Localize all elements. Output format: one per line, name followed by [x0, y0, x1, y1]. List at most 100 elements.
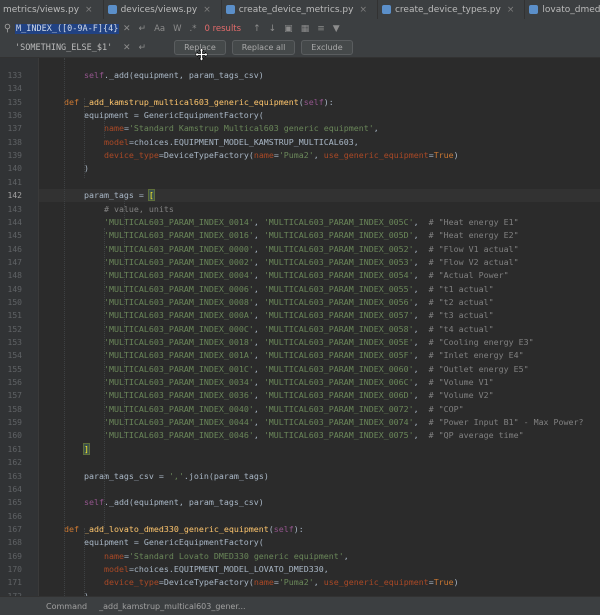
line-number: 144: [7, 217, 22, 227]
replace-input[interactable]: 'SOMETHING_ELSE_$1': [15, 40, 119, 55]
clear-replace-icon[interactable]: ✕: [123, 43, 131, 53]
code-line[interactable]: 136 equipment = GenericEquipmentFactory(: [8, 109, 600, 122]
line-number: 153: [7, 338, 22, 347]
tab-close-icon[interactable]: ×: [507, 5, 515, 15]
select-all-occurrences-icon[interactable]: ▣: [284, 24, 293, 34]
indent-guide: [64, 58, 65, 596]
python-file-icon: [225, 5, 235, 14]
code-line[interactable]: 161 ]: [8, 442, 600, 456]
code-text: 'MULTICAL603_PARAM_INDEX_0004', 'MULTICA…: [103, 270, 509, 281]
code-line[interactable]: 167 def _add_lovato_dmed330_generic_equi…: [8, 523, 600, 536]
line-number: 162: [7, 458, 22, 468]
code-text: ): [44, 163, 89, 174]
code-area[interactable]: 133 self._add(equipment, param_tags_csv)…: [8, 58, 600, 596]
code-line[interactable]: 141: [8, 176, 600, 189]
line-number: 158: [7, 404, 22, 414]
tab-0[interactable]: metrics/views.py ×: [0, 0, 104, 19]
add-occurrence-icon[interactable]: ▦: [301, 24, 310, 34]
editor-tab-bar: metrics/views.py × devices/views.py × create…: [0, 0, 600, 20]
search-input[interactable]: M_INDEX_([0-9A-F]{4})': [15, 21, 119, 36]
previous-occurrence-icon[interactable]: ↑: [253, 24, 261, 34]
tab-close-icon[interactable]: ×: [203, 5, 211, 15]
tab-4[interactable]: lovato_dmed121.py×: [525, 0, 600, 19]
tab-close-icon[interactable]: ×: [359, 5, 367, 15]
code-editor[interactable]: 133 self._add(equipment, param_tags_csv)…: [0, 58, 600, 596]
line-number: 141: [7, 177, 22, 187]
code-text: device_type=DeviceTypeFactory(name='Puma…: [103, 150, 459, 161]
code-line[interactable]: 133 self._add(equipment, param_tags_csv): [8, 69, 600, 82]
line-number: 146: [7, 244, 22, 254]
exclude-button[interactable]: Exclude: [301, 40, 353, 55]
code-line[interactable]: 164: [8, 483, 600, 496]
line-number: 163: [7, 471, 22, 481]
code-line[interactable]: 170 model=choices.EQUIPMENT_MODEL_LOVATO…: [8, 563, 600, 576]
status-bar: Command _add_kamstrup_multical603_gener.…: [0, 596, 600, 615]
code-line[interactable]: 165 self._add(equipment, param_tags_csv): [8, 496, 600, 509]
clear-search-icon[interactable]: ✕: [123, 24, 131, 34]
code-line[interactable]: 135 def _add_kamstrup_multical603_generi…: [8, 96, 600, 109]
line-number: 167: [7, 524, 22, 534]
code-line[interactable]: 171 device_type=DeviceTypeFactory(name='…: [8, 576, 600, 589]
words-toggle[interactable]: W: [173, 24, 181, 34]
new-line-icon[interactable]: ↵: [139, 24, 147, 34]
code-line[interactable]: 137 name='Standard Kamstrup Multical603 …: [8, 122, 600, 135]
line-number: 171: [7, 578, 22, 588]
code-text: model=choices.EQUIPMENT_MODEL_LOVATO_DME…: [103, 563, 329, 574]
code-line[interactable]: 162: [8, 456, 600, 469]
results-count: 0 results: [204, 23, 242, 34]
line-number: 169: [7, 551, 22, 561]
code-text: 'MULTICAL603_PARAM_INDEX_001A', 'MULTICA…: [103, 350, 524, 361]
breadcrumb[interactable]: _add_kamstrup_multical603_gener...: [99, 602, 245, 611]
code-line[interactable]: 140 ): [8, 162, 600, 175]
code-text: 'MULTICAL603_PARAM_INDEX_0006', 'MULTICA…: [103, 283, 494, 294]
code-text: param_tags_csv = ','.join(param_tags): [44, 470, 269, 481]
code-line[interactable]: 169 name='Standard Lovato DMED330 generi…: [8, 550, 600, 563]
code-text: 'MULTICAL603_PARAM_INDEX_000A', 'MULTICA…: [103, 310, 494, 321]
line-number: 155: [7, 364, 22, 374]
code-text: 'MULTICAL603_PARAM_INDEX_0046', 'MULTICA…: [103, 430, 524, 441]
code-line[interactable]: 163 param_tags_csv = ','.join(param_tags…: [8, 470, 600, 483]
code-text: self._add(equipment, param_tags_csv): [83, 497, 264, 508]
code-text: device_type=DeviceTypeFactory(name='Puma…: [103, 577, 459, 588]
replace-all-button[interactable]: Replace all: [231, 40, 296, 55]
tab-label: create_device_types.py: [394, 4, 501, 15]
code-line[interactable]: 138 model=choices.EQUIPMENT_MODEL_KAMSTR…: [8, 136, 600, 149]
indent-guide: [84, 98, 85, 178]
replace-new-line-icon[interactable]: ↵: [139, 43, 147, 53]
tab-1[interactable]: devices/views.py ×: [104, 0, 222, 19]
tab-3[interactable]: create_device_types.py ×: [378, 0, 526, 19]
replace-text: 'SOMETHING_ELSE_$1': [15, 42, 113, 53]
find-row: ⚲ M_INDEX_([0-9A-F]{4})' ✕ ↵ Aa W .* 0 r…: [0, 19, 600, 38]
tab-close-icon[interactable]: ×: [85, 5, 93, 15]
code-line[interactable]: 166: [8, 510, 600, 523]
code-line[interactable]: 134: [8, 82, 600, 95]
code-text: 'MULTICAL603_PARAM_INDEX_0014', 'MULTICA…: [103, 216, 519, 227]
find-replace-bar: ⚲ M_INDEX_([0-9A-F]{4})' ✕ ↵ Aa W .* 0 r…: [0, 19, 600, 61]
line-number: 156: [7, 378, 22, 388]
line-number: 165: [7, 498, 22, 508]
code-text: name='Standard Kamstrup Multical603 gene…: [103, 123, 379, 134]
line-number: 150: [7, 297, 22, 307]
tab-2[interactable]: create_device_metrics.py ×: [222, 0, 378, 19]
code-line[interactable]: 168 equipment = GenericEquipmentFactory(: [8, 536, 600, 549]
regex-toggle[interactable]: .*: [190, 24, 197, 34]
code-line[interactable]: 139 device_type=DeviceTypeFactory(name='…: [8, 149, 600, 162]
multiline-icon[interactable]: ≡: [317, 24, 325, 34]
next-occurrence-icon[interactable]: ↓: [269, 24, 277, 34]
code-text: equipment = GenericEquipmentFactory(: [44, 110, 264, 121]
filter-icon[interactable]: ▼: [333, 24, 340, 34]
code-text: def _add_kamstrup_multical603_generic_eq…: [63, 96, 334, 107]
search-icon[interactable]: ⚲: [0, 23, 15, 34]
python-file-icon: [529, 5, 539, 14]
match-case-toggle[interactable]: Aa: [154, 24, 165, 34]
code-text: 'MULTICAL603_PARAM_INDEX_0016', 'MULTICA…: [103, 230, 519, 241]
line-number: 134: [7, 84, 22, 94]
vim-mode-label: Command: [46, 601, 88, 611]
indent-guide: [124, 198, 125, 438]
code-text: 'MULTICAL603_PARAM_INDEX_000C', 'MULTICA…: [103, 323, 494, 334]
line-number: 166: [7, 511, 22, 521]
line-number: 147: [7, 257, 22, 267]
line-number: 135: [7, 97, 22, 107]
line-number: 148: [7, 271, 22, 281]
line-number: 164: [7, 484, 22, 494]
